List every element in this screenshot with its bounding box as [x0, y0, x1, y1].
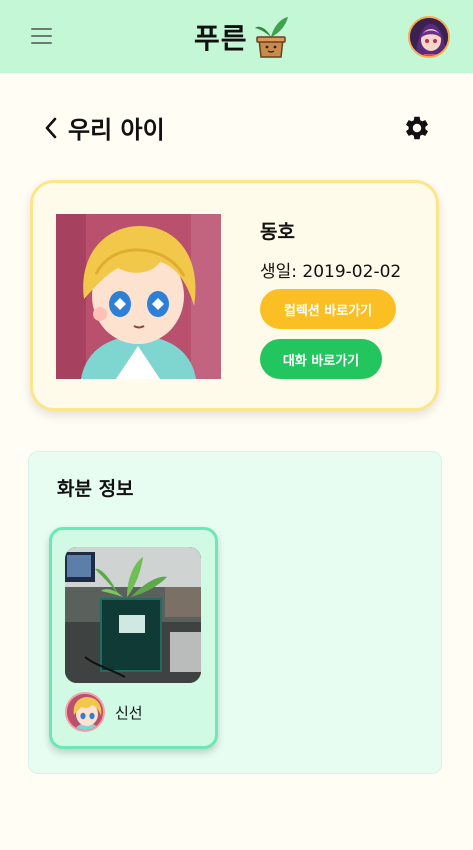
- back-chevron-icon[interactable]: [40, 114, 62, 142]
- gear-icon[interactable]: [403, 114, 431, 142]
- child-name: 동호: [260, 221, 295, 243]
- page-title: 우리 아이: [68, 116, 165, 144]
- chat-button[interactable]: 대화 바로가기: [260, 339, 382, 379]
- child-birthday: 생일: 2019-02-02: [260, 262, 402, 282]
- plant-pot-icon: [254, 17, 288, 58]
- hamburger-menu-icon[interactable]: [31, 28, 53, 46]
- profile-avatar-icon: [410, 18, 448, 56]
- pot-device-photo-icon: [65, 547, 201, 683]
- profile-avatar[interactable]: [408, 16, 450, 58]
- pot-info-title: 화분 정보: [57, 478, 134, 500]
- collection-button[interactable]: 컬렉션 바로가기: [260, 289, 396, 329]
- child-avatar-icon: [67, 694, 103, 730]
- child-photo: [56, 214, 221, 379]
- app-logo[interactable]: 푸른: [194, 14, 290, 60]
- app-header: 푸른: [0, 0, 473, 73]
- logo-text: 푸른: [194, 22, 248, 55]
- pot-name: 신선: [115, 704, 143, 722]
- pot-info-section: 화분 정보 신선: [28, 451, 442, 774]
- pot-card[interactable]: 신선: [49, 527, 218, 749]
- pot-owner-avatar: [65, 692, 105, 732]
- child-profile-card: 동호 생일: 2019-02-02 컬렉션 바로가기 대화 바로가기: [30, 180, 439, 411]
- pot-photo: [65, 547, 201, 683]
- child-portrait-icon: [56, 214, 221, 379]
